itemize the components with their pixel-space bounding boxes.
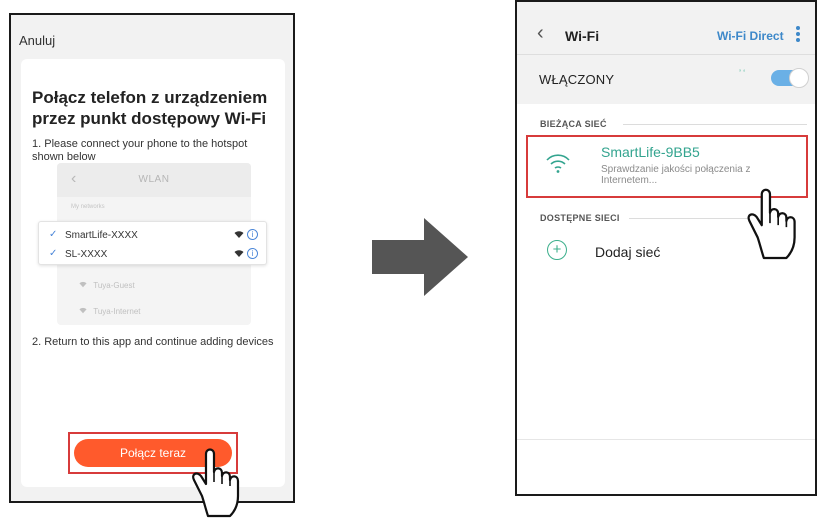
left-phone-screen: Anuluj Połącz telefon z urządzeniem prze… (9, 13, 295, 503)
page-title: Wi-Fi (565, 28, 600, 44)
wlan-settings-illustration: ‹ WLAN My networks ✓ SmartLife-XXXX i ✓ … (38, 163, 267, 325)
divider (517, 439, 815, 440)
wifi-direct-button[interactable]: Wi-Fi Direct (717, 29, 784, 43)
wlan-title: WLAN (138, 174, 170, 185)
toggle-knob (789, 68, 809, 88)
instruction-card: Połącz telefon z urządzeniem przez punkt… (21, 59, 285, 487)
wifi-settings-header-area (517, 2, 815, 104)
wifi-icon (79, 281, 89, 290)
network-name: Tuya-Internet (93, 307, 141, 316)
arrow-right-icon (372, 218, 468, 296)
current-network-name: SmartLife-9BB5 (601, 144, 700, 160)
info-icon[interactable]: i (247, 248, 258, 259)
add-network-label[interactable]: Dodaj sieć (595, 244, 660, 260)
wifi-icon (546, 154, 570, 173)
back-chevron-icon[interactable]: ‹ (537, 22, 544, 45)
step-2-text: 2. Return to this app and continue addin… (32, 336, 274, 348)
network-row-tuya-guest[interactable]: Tuya-Guest (79, 281, 135, 290)
network-name: SmartLife-XXXX (65, 230, 138, 241)
wifi-icon (234, 230, 244, 242)
network-name: SL-XXXX (65, 249, 108, 260)
step-1-text: 1. Please connect your phone to the hots… (32, 138, 248, 163)
pointing-hand-icon (192, 448, 240, 518)
highlighted-networks-list: ✓ SmartLife-XXXX i ✓ SL-XXXX i (38, 221, 267, 265)
add-network-icon[interactable]: + (547, 240, 567, 260)
wifi-icon (79, 307, 89, 316)
my-networks-subheader: My networks (71, 204, 105, 210)
checkmark-icon: ✓ (49, 248, 58, 259)
wifi-icon (234, 249, 244, 261)
wlan-header: ‹ WLAN (57, 163, 251, 197)
available-networks-section-label: DOSTĘPNE SIECI (540, 213, 620, 223)
network-name: Tuya-Guest (93, 281, 135, 290)
pointing-hand-icon (747, 188, 796, 260)
wifi-enabled-label: WŁĄCZONY (539, 72, 615, 87)
divider (629, 218, 749, 219)
more-options-icon[interactable] (795, 24, 801, 44)
info-icon[interactable]: i (247, 229, 258, 240)
divider (517, 54, 815, 55)
network-row-smartlife[interactable]: ✓ SmartLife-XXXX i (49, 227, 258, 245)
current-network-section-label: BIEŻĄCA SIEĆ (540, 119, 607, 129)
page-title: Połącz telefon z urządzeniem przez punkt… (32, 88, 268, 128)
network-row-sl[interactable]: ✓ SL-XXXX i (49, 246, 258, 264)
cancel-link[interactable]: Anuluj (19, 33, 55, 48)
network-row-tuya-internet[interactable]: Tuya-Internet (79, 307, 141, 316)
wifi-toggle[interactable] (771, 68, 809, 88)
checkmark-icon: ✓ (49, 229, 58, 240)
loading-spinner-icon: ’ ‘ (739, 68, 746, 78)
divider (623, 124, 807, 125)
